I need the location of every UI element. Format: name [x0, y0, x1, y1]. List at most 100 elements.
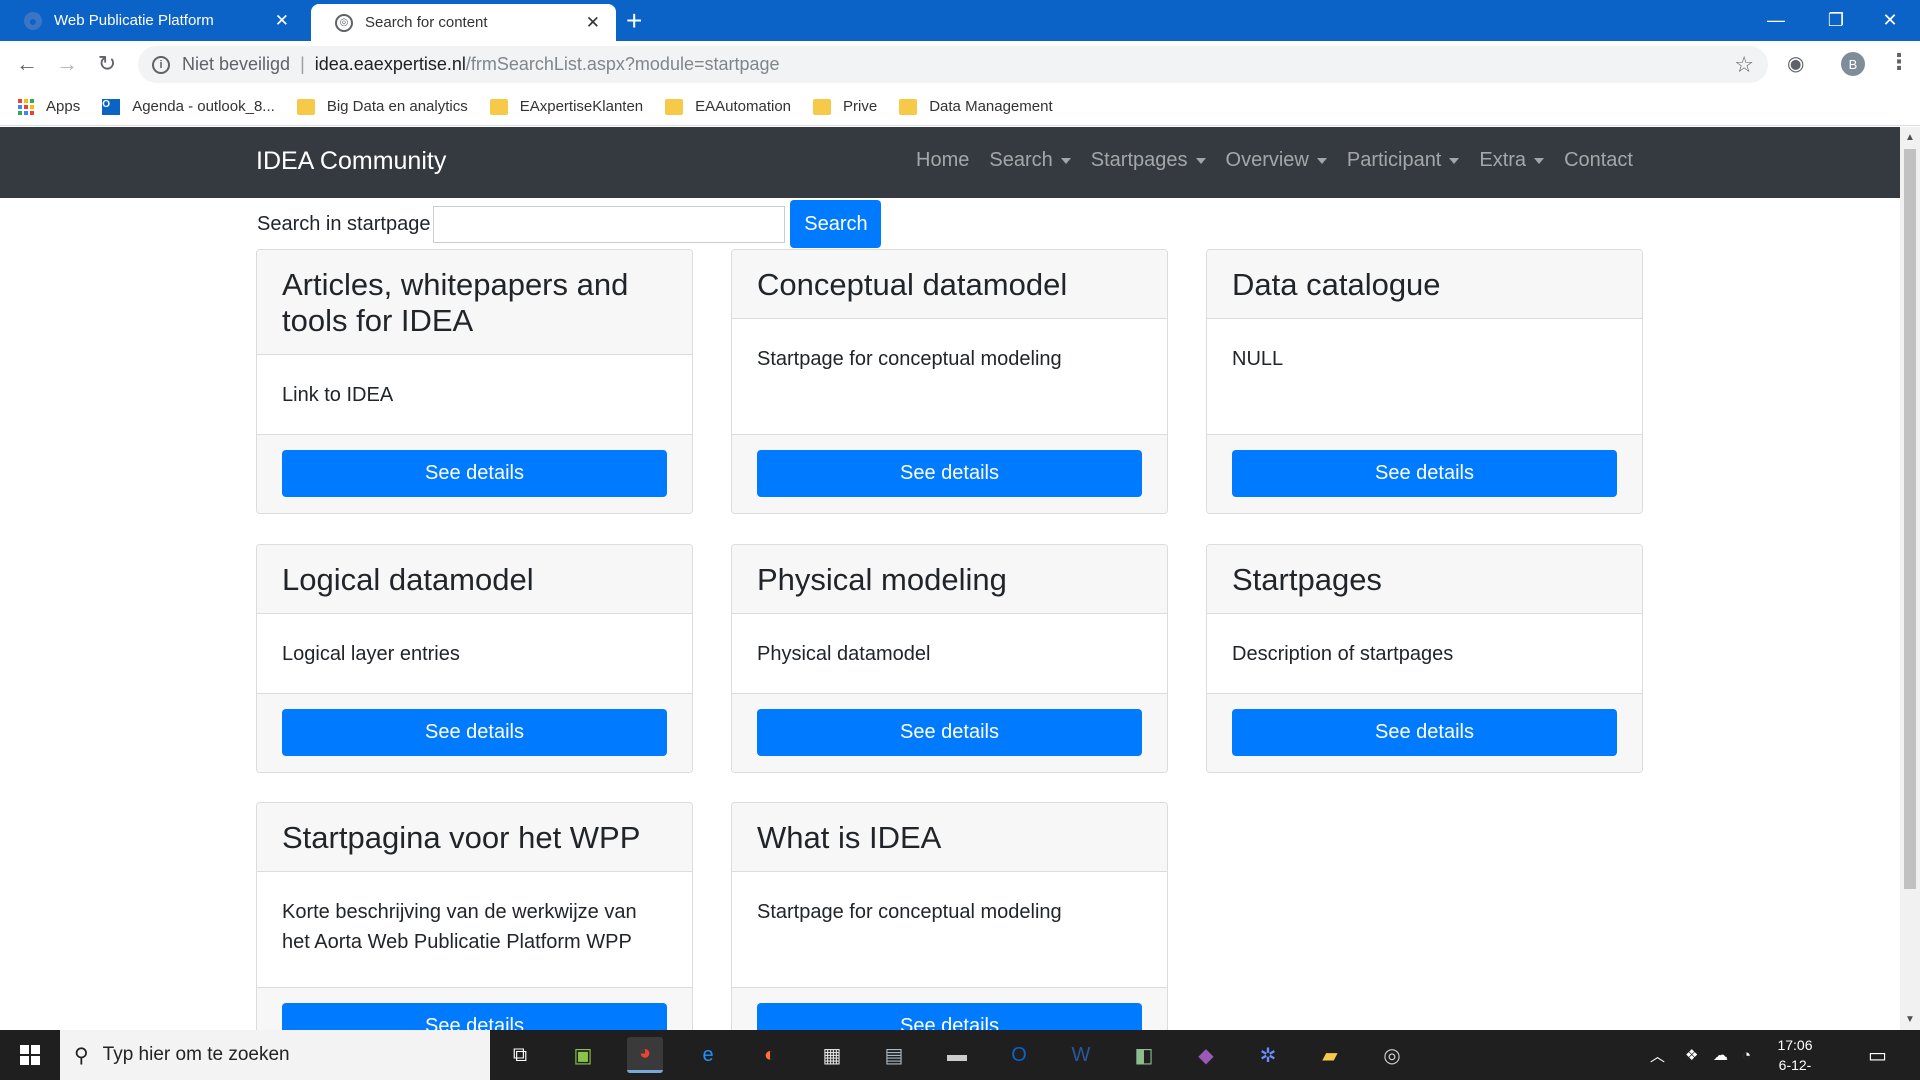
nav-home[interactable]: Home [916, 149, 969, 172]
tab-title: Search for content [365, 14, 488, 31]
site-navbar: IDEA Community Home Search Startpages Ov… [0, 127, 1900, 198]
card-description: Description of startpages [1207, 614, 1642, 694]
forward-arrow-icon[interactable]: → [52, 49, 82, 79]
globe-icon: ◎ [335, 13, 353, 32]
card-description: Startpage for conceptual modeling [732, 319, 1167, 435]
nav-label: Search [989, 149, 1053, 171]
tab-web-publicatie-platform[interactable]: ● Web Publicatie Platform ✕ [0, 0, 305, 41]
see-details-button[interactable]: See details [757, 1003, 1142, 1030]
compass-app-icon[interactable]: ◎ [1374, 1037, 1410, 1073]
notifications-icon[interactable]: ▭ [1868, 1030, 1887, 1080]
bookmark-label: Apps [46, 98, 81, 115]
bookmark-prive[interactable]: Prive [813, 98, 877, 115]
folder-icon [899, 98, 918, 115]
close-tab-icon[interactable]: ✕ [275, 11, 289, 31]
outlook-icon[interactable]: O [1001, 1037, 1037, 1073]
nav-startpages[interactable]: Startpages [1091, 149, 1206, 172]
globe-icon: ● [24, 11, 42, 30]
tray-chevron-up-icon[interactable]: ︿ [1650, 1030, 1665, 1080]
folder-icon [813, 98, 832, 115]
close-window-icon[interactable]: ✕ [1860, 0, 1920, 41]
bookmark-eaautomation[interactable]: EAAutomation [665, 98, 791, 115]
card-footer: See details [1207, 694, 1642, 772]
folder-icon [296, 98, 315, 115]
task-view-icon[interactable]: ⧉ [502, 1037, 538, 1073]
nav-contact[interactable]: Contact [1564, 149, 1633, 172]
card-title: Data catalogue [1207, 250, 1642, 319]
caret-down-icon [1449, 157, 1460, 164]
bookmark-agenda-outlook[interactable]: O Agenda - outlook_8... [102, 98, 275, 115]
database-app-icon[interactable]: ◧ [1126, 1037, 1162, 1073]
see-details-button[interactable]: See details [282, 450, 667, 497]
url-host: idea.eaexpertise.nl [314, 54, 466, 74]
search-button[interactable]: Search [790, 200, 882, 248]
card-title: Articles, whitepapers and tools for IDEA [257, 250, 692, 355]
folder-icon [489, 98, 508, 115]
document-app-icon[interactable]: ▤ [876, 1037, 912, 1073]
site-brand[interactable]: IDEA Community [256, 147, 446, 176]
see-details-button[interactable]: See details [282, 709, 667, 756]
scroll-down-arrow-icon[interactable]: ▼ [1905, 1014, 1915, 1025]
bookmark-data-management[interactable]: Data Management [899, 98, 1053, 115]
address-bar[interactable]: i Niet beveiligd | idea.eaexpertise.nl /… [138, 46, 1768, 83]
card-description: Link to IDEA [257, 355, 692, 435]
see-details-button[interactable]: See details [1232, 709, 1617, 756]
caret-down-icon [1060, 157, 1071, 164]
edge-icon[interactable]: e [690, 1037, 726, 1073]
startpage-card: Startpagina voor het WPP Korte beschrijv… [256, 802, 693, 1030]
bookmark-star-icon[interactable]: ☆ [1734, 52, 1754, 78]
card-title: Physical modeling [732, 545, 1167, 614]
store-icon[interactable]: ▦ [814, 1037, 850, 1073]
page-viewport: IDEA Community Home Search Startpages Ov… [0, 127, 1900, 1030]
nav-overview[interactable]: Overview [1226, 149, 1327, 172]
taskbar-clock[interactable]: 17:06 6-12-2019 [1765, 1035, 1825, 1080]
nav-extra[interactable]: Extra [1479, 149, 1545, 172]
app-icon-green[interactable]: ▣ [565, 1037, 601, 1073]
search-input[interactable] [433, 205, 786, 243]
nav-search[interactable]: Search [989, 149, 1071, 172]
kebab-menu-icon[interactable]: ⋮ [1888, 49, 1910, 75]
see-details-button[interactable]: See details [1232, 450, 1617, 497]
extension-circle-icon[interactable]: ◉ [1787, 51, 1804, 76]
firefox-icon[interactable]: ◐ [752, 1037, 788, 1073]
browser-toolbar: ← → ↻ i Niet beveiligd | idea.eaexpertis… [0, 41, 1920, 88]
word-icon[interactable]: W [1063, 1037, 1099, 1073]
tab-search-for-content[interactable]: ◎ Search for content ✕ [311, 4, 616, 41]
terminal-icon[interactable]: ▬ [939, 1037, 975, 1073]
bookmark-eaxpertise-klanten[interactable]: EAxpertiseKlanten [489, 98, 643, 115]
chrome-icon[interactable]: ◕ [627, 1037, 663, 1073]
page-scrollbar[interactable]: ▲ ▼ [1900, 127, 1920, 1030]
nav-participant[interactable]: Participant [1347, 149, 1460, 172]
restore-icon[interactable]: ❐ [1806, 0, 1866, 41]
modeling-app-icon[interactable]: ✲ [1250, 1037, 1286, 1073]
see-details-button[interactable]: See details [282, 1003, 667, 1030]
wifi-icon[interactable]: ◔ [1742, 1030, 1751, 1080]
bookmark-big-data[interactable]: Big Data en analytics [296, 98, 468, 115]
see-details-button[interactable]: See details [757, 709, 1142, 756]
startpage-card: What is IDEA Startpage for conceptual mo… [731, 802, 1168, 1030]
dropbox-icon[interactable]: ❖ [1685, 1030, 1698, 1080]
close-tab-icon[interactable]: ✕ [586, 13, 600, 33]
profile-avatar[interactable]: B [1841, 52, 1865, 76]
see-details-button[interactable]: See details [757, 450, 1142, 497]
bookmark-apps[interactable]: Apps [18, 98, 80, 115]
apps-grid-icon [18, 98, 34, 115]
back-arrow-icon[interactable]: ← [12, 49, 42, 79]
windows-start-button[interactable] [0, 1030, 60, 1080]
scroll-up-arrow-icon[interactable]: ▲ [1905, 132, 1915, 143]
visual-studio-icon[interactable]: ◆ [1188, 1037, 1224, 1073]
file-explorer-icon[interactable]: ▰ [1312, 1037, 1348, 1073]
card-title: Conceptual datamodel [732, 250, 1167, 319]
taskbar-search-box[interactable]: ⚲ Typ hier om te zoeken [60, 1030, 490, 1080]
bookmarks-bar: Apps O Agenda - outlook_8... Big Data en… [0, 88, 1920, 126]
startpage-card: Logical datamodel Logical layer entries … [256, 544, 693, 773]
onedrive-icon[interactable]: ☁ [1713, 1030, 1728, 1080]
reload-icon[interactable]: ↻ [92, 49, 122, 79]
startpage-card: Conceptual datamodel Startpage for conce… [731, 249, 1168, 514]
new-tab-plus-icon[interactable]: + [626, 5, 642, 37]
site-nav-links: Home Search Startpages Overview Particip… [896, 149, 1633, 172]
info-icon[interactable]: i [152, 55, 170, 74]
scrollbar-thumb[interactable] [1904, 149, 1916, 889]
card-description: Startpage for conceptual modeling [732, 872, 1167, 988]
minimize-icon[interactable]: — [1746, 0, 1806, 41]
